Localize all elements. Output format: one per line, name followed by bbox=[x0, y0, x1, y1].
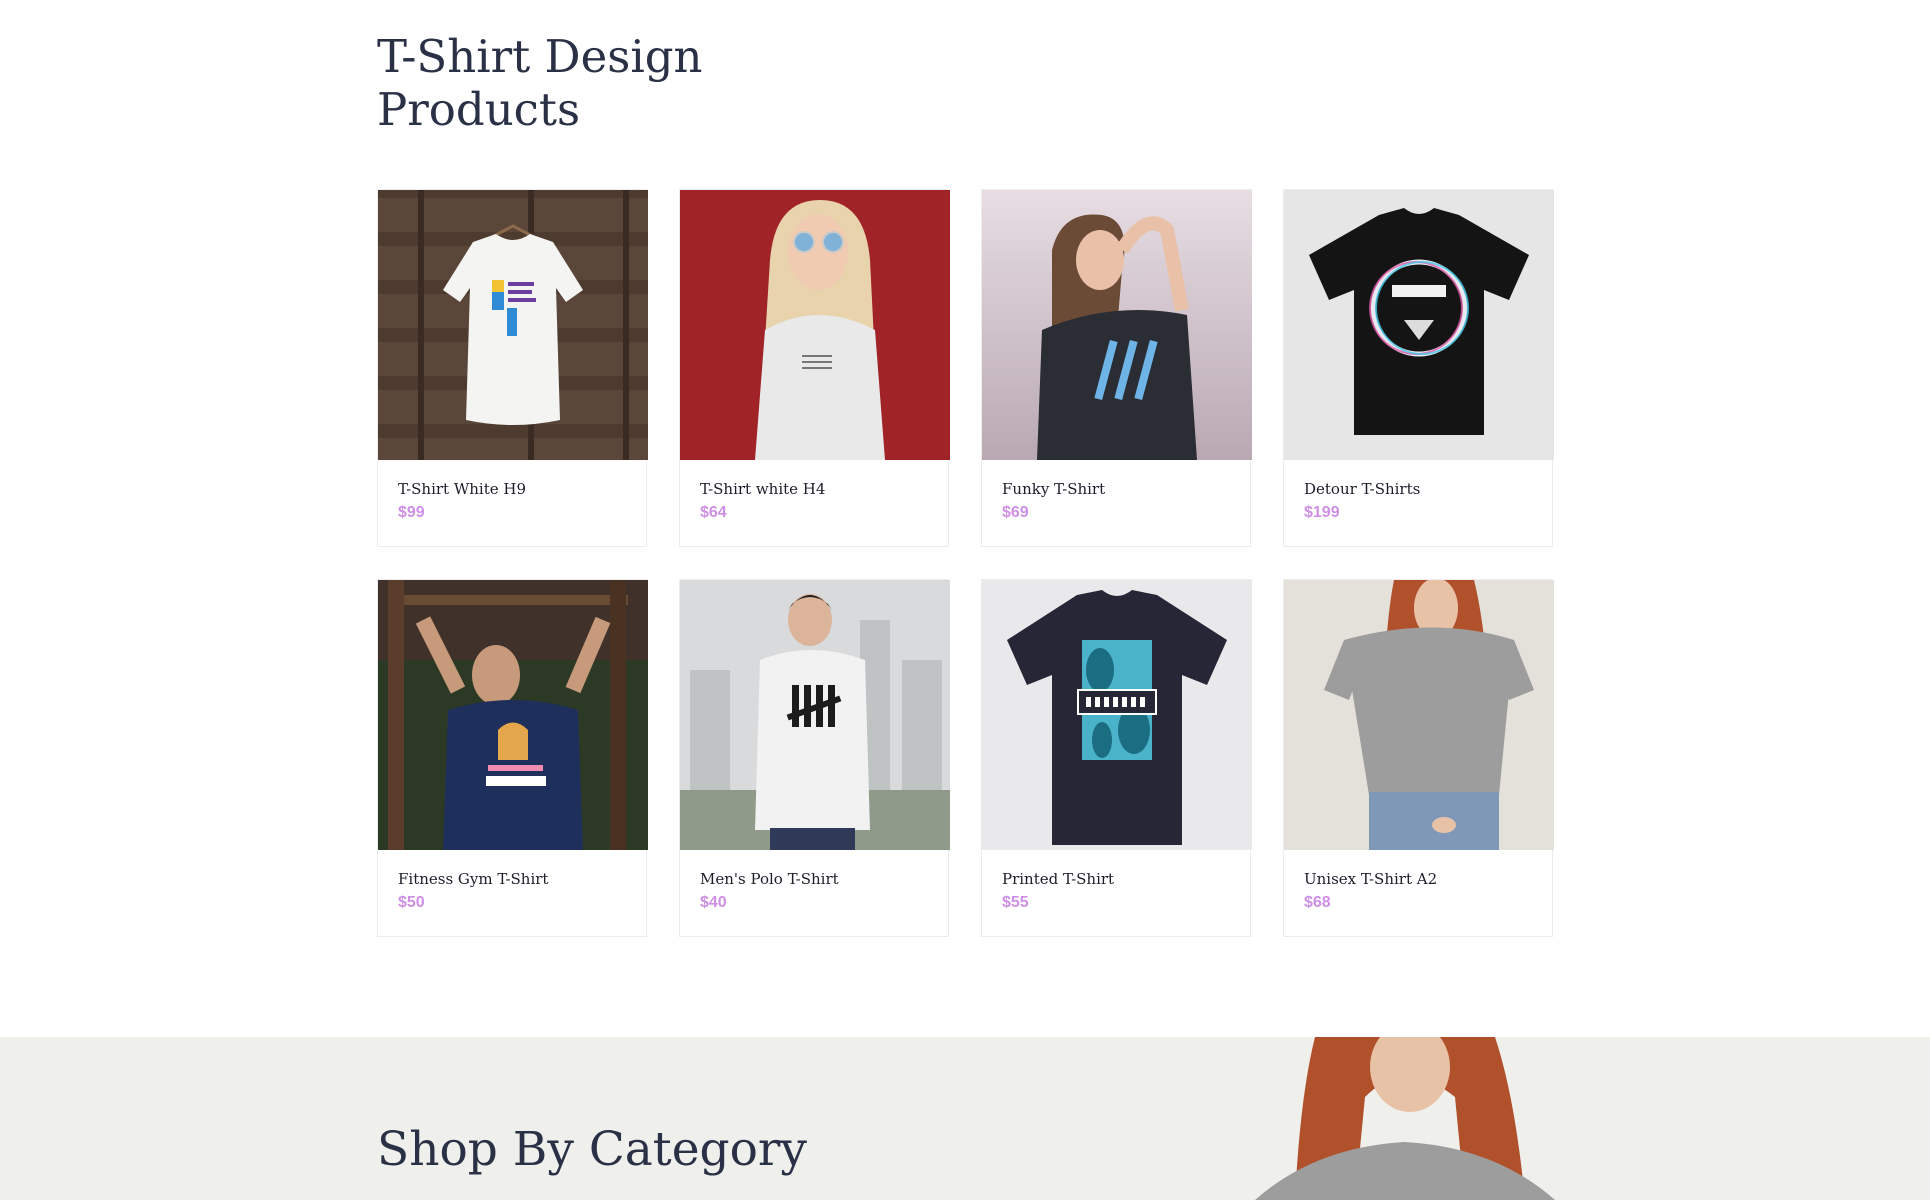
category-banner-image bbox=[1255, 1037, 1555, 1200]
product-image[interactable] bbox=[982, 580, 1252, 850]
product-name[interactable]: Unisex T-Shirt A2 bbox=[1304, 869, 1552, 889]
product-image[interactable] bbox=[680, 580, 950, 850]
product-card[interactable]: Unisex T-Shirt A2 $68 bbox=[1283, 579, 1554, 937]
category-title: Shop By Category bbox=[377, 1122, 807, 1177]
section-title-line-2: Products bbox=[377, 83, 581, 136]
product-price: $68 bbox=[1304, 894, 1331, 911]
product-grid: T-Shirt White H9 $99 T-Shirt white H4 $6… bbox=[377, 189, 1554, 937]
product-image[interactable] bbox=[378, 580, 648, 850]
product-price: $55 bbox=[1002, 894, 1029, 911]
product-price: $50 bbox=[398, 894, 425, 911]
product-price: $69 bbox=[1002, 504, 1029, 521]
product-card[interactable]: Men's Polo T-Shirt $40 bbox=[679, 579, 950, 937]
product-name[interactable]: Men's Polo T-Shirt bbox=[700, 869, 948, 889]
category-banner bbox=[0, 1037, 1930, 1200]
product-card[interactable]: T-Shirt white H4 $64 bbox=[679, 189, 950, 547]
product-name[interactable]: Funky T-Shirt bbox=[1002, 479, 1250, 499]
product-image[interactable] bbox=[680, 190, 950, 460]
section-title: T-Shirt Design Products bbox=[377, 30, 703, 136]
product-name[interactable]: Detour T-Shirts bbox=[1304, 479, 1552, 499]
product-card[interactable]: Printed T-Shirt $55 bbox=[981, 579, 1252, 937]
product-card[interactable]: T-Shirt White H9 $99 bbox=[377, 189, 648, 547]
product-name[interactable]: Printed T-Shirt bbox=[1002, 869, 1250, 889]
product-image[interactable] bbox=[982, 190, 1252, 460]
product-name[interactable]: T-Shirt white H4 bbox=[700, 479, 948, 499]
product-price: $40 bbox=[700, 894, 727, 911]
product-price: $99 bbox=[398, 504, 425, 521]
product-card[interactable]: Funky T-Shirt $69 bbox=[981, 189, 1252, 547]
product-image[interactable] bbox=[1284, 580, 1554, 850]
product-name[interactable]: Fitness Gym T-Shirt bbox=[398, 869, 646, 889]
product-card[interactable]: Detour T-Shirts $199 bbox=[1283, 189, 1554, 547]
product-image[interactable] bbox=[378, 190, 648, 460]
product-card[interactable]: Fitness Gym T-Shirt $50 bbox=[377, 579, 648, 937]
product-price: $64 bbox=[700, 504, 727, 521]
product-image[interactable] bbox=[1284, 190, 1554, 460]
product-price: $199 bbox=[1304, 504, 1340, 521]
section-title-line-1: T-Shirt Design bbox=[377, 30, 703, 83]
product-name[interactable]: T-Shirt White H9 bbox=[398, 479, 646, 499]
